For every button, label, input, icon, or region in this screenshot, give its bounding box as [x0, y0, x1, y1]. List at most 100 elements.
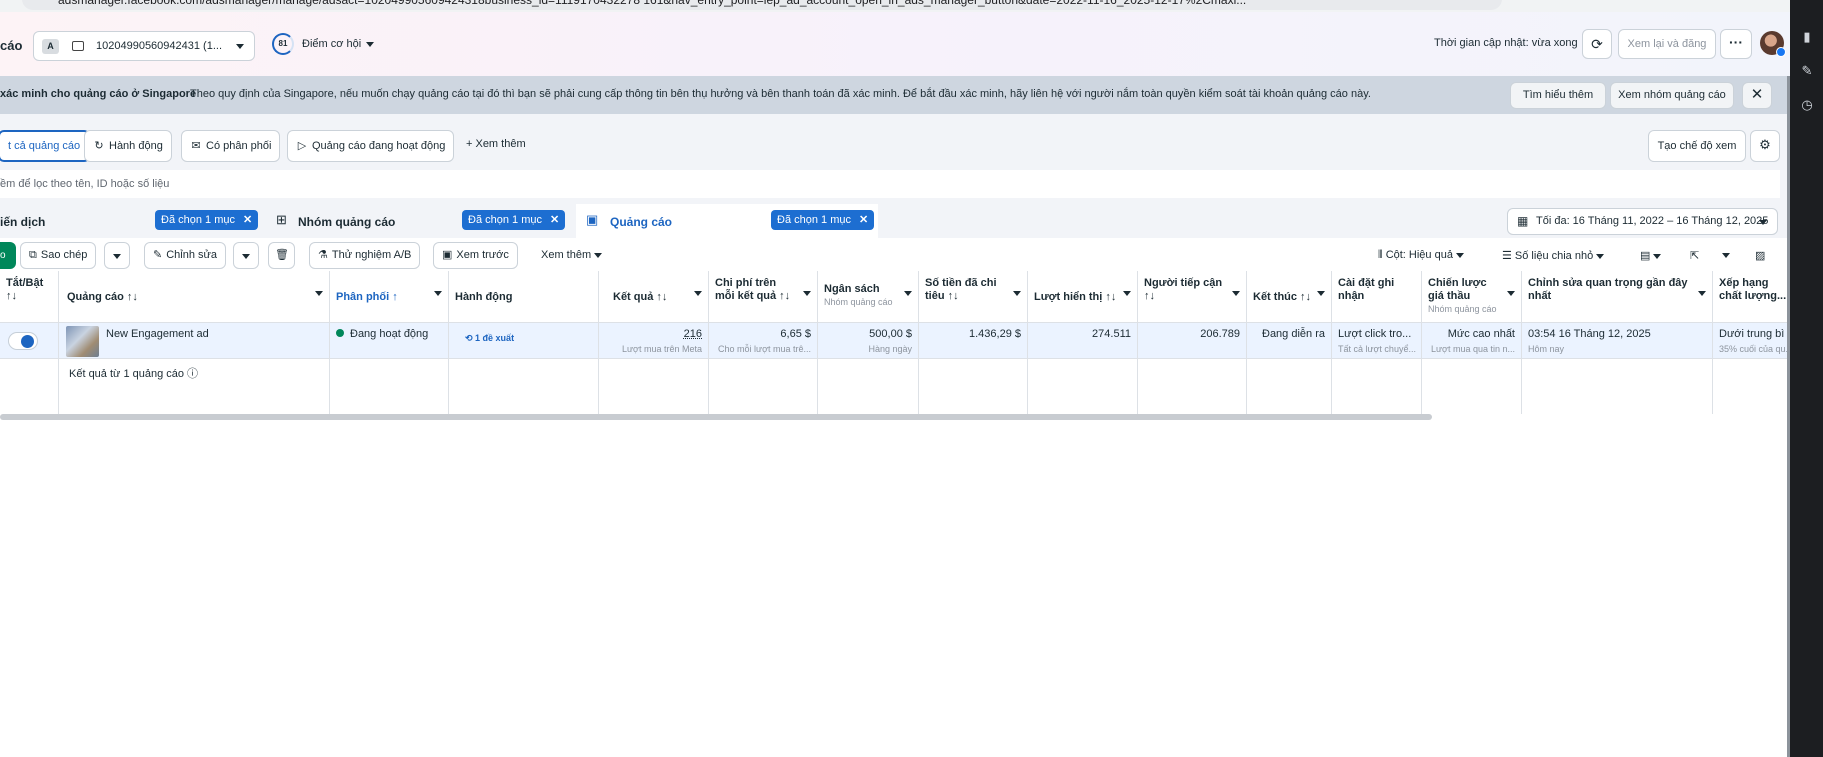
- column-header-ends[interactable]: Kết thúc ↑↓: [1247, 271, 1332, 323]
- charts-button[interactable]: ▨: [1755, 249, 1765, 262]
- actions-cell[interactable]: ⟲ 1 đề xuất: [449, 323, 599, 359]
- address-bar[interactable]: adsmanager.facebook.com/adsmanager/manag…: [22, 0, 1502, 10]
- preview-button[interactable]: ▣ Xem trước: [433, 242, 518, 269]
- column-header-cost-per-result[interactable]: Chi phí trên mỗi kết quả ↑↓: [709, 271, 818, 323]
- create-button[interactable]: o: [0, 242, 16, 269]
- column-header-attribution[interactable]: Cài đặt ghi nhận: [1332, 271, 1422, 323]
- column-header-delivery[interactable]: Phân phối ↑: [330, 271, 449, 323]
- tab-campaigns[interactable]: iến dịch Đã chọn 1 mục ✕: [0, 204, 260, 238]
- column-header-last-edit[interactable]: Chỉnh sửa quan trọng gần đây nhất: [1522, 271, 1713, 323]
- filter-actions[interactable]: ↻ Hành động: [84, 130, 172, 162]
- tab-ads[interactable]: ▣ Quảng cáo Đã chọn 1 mục ✕: [576, 204, 878, 238]
- chevron-down-icon[interactable]: [694, 291, 702, 296]
- more-options-button[interactable]: ···: [1720, 29, 1752, 59]
- refresh-button[interactable]: ⟳: [1582, 29, 1612, 59]
- selected-chip[interactable]: Đã chọn 1 mục ✕: [771, 210, 875, 230]
- chevron-down-icon[interactable]: [1698, 291, 1706, 296]
- clock-icon[interactable]: ◷: [1800, 98, 1814, 112]
- reach-cell: 206.789: [1138, 323, 1247, 359]
- pencil-icon[interactable]: ✎: [1800, 64, 1814, 78]
- recommendation-link[interactable]: 1 đề xuất: [475, 333, 514, 343]
- budget-cell[interactable]: 500,00 $ Hàng ngày: [818, 323, 919, 359]
- header-label: Tắt/Bật: [6, 277, 44, 289]
- column-header-ad-name[interactable]: Quảng cáo ↑↓: [59, 271, 330, 323]
- export-button[interactable]: ⇱: [1690, 249, 1699, 262]
- toggle-knob: [21, 335, 34, 348]
- delivery-cell: Đang hoạt động: [330, 323, 449, 359]
- horizontal-scrollbar[interactable]: [0, 414, 1432, 420]
- chevron-down-icon[interactable]: [803, 291, 811, 296]
- chevron-down-icon[interactable]: [434, 291, 442, 296]
- filter-delivering[interactable]: ✉ Có phân phối: [181, 130, 281, 162]
- flask-icon: ⚗: [318, 249, 328, 261]
- results-value[interactable]: 216: [684, 328, 702, 340]
- banner-text: Theo quy định của Singapore, nếu muốn ch…: [190, 88, 1371, 100]
- header-label: Người tiếp cận ↑↓: [1144, 277, 1223, 302]
- column-header-impressions[interactable]: Lượt hiển thị ↑↓: [1028, 271, 1138, 323]
- learn-more-button[interactable]: Tìm hiểu thêm: [1510, 82, 1606, 109]
- ad-thumbnail[interactable]: [66, 326, 99, 357]
- settings-sliders-icon[interactable]: ⚙: [1750, 130, 1780, 162]
- column-header-quality-ranking[interactable]: Xếp hạng chất lượng...: [1713, 271, 1787, 323]
- selected-chip[interactable]: Đã chọn 1 mục ✕: [155, 210, 259, 230]
- cost-cell: 6,65 $ Cho mỗi lượt mua trê...: [709, 323, 818, 359]
- last-updated-text: Thời gian cập nhật: vừa xong: [1434, 37, 1578, 49]
- create-view-button[interactable]: Tạo chế độ xem: [1648, 130, 1746, 162]
- tab-ad-groups[interactable]: ⊞ Nhóm quảng cáo Đã chọn 1 mục ✕: [266, 204, 566, 238]
- ab-test-button[interactable]: ⚗ Thử nghiệm A/B: [309, 242, 421, 269]
- close-icon[interactable]: ✕: [859, 214, 868, 226]
- chevron-down-icon: [1596, 254, 1605, 259]
- opportunity-score[interactable]: 81: [272, 33, 294, 55]
- search-placeholder: ềm để lọc theo tên, ID hoặc số liệu: [0, 178, 170, 190]
- ad-name-cell[interactable]: New Engagement ad: [59, 323, 330, 359]
- review-publish-button[interactable]: Xem lại và đăng: [1618, 29, 1716, 59]
- account-selector[interactable]: A 10204990560942431 (1...: [33, 31, 255, 61]
- chevron-down-icon: [1722, 253, 1730, 258]
- date-range-label: Tối đa: 16 Tháng 11, 2022 – 16 Tháng 12,…: [1536, 215, 1769, 227]
- column-header-actions[interactable]: Hành động: [449, 271, 599, 323]
- delete-button[interactable]: 🗑: [268, 242, 295, 269]
- duplicate-button[interactable]: ⧉ Sao chép: [20, 242, 97, 269]
- chevron-down-icon[interactable]: [366, 42, 374, 47]
- see-more-filters[interactable]: + Xem thêm: [466, 138, 526, 150]
- duplicate-dropdown[interactable]: [104, 242, 130, 269]
- breakdown-selector[interactable]: ☰ Số liệu chia nhỏ: [1502, 249, 1605, 262]
- close-icon[interactable]: ✕: [1742, 82, 1772, 109]
- chevron-down-icon[interactable]: [315, 291, 323, 296]
- export-dropdown[interactable]: [1722, 249, 1730, 261]
- pencil-icon: ✎: [153, 249, 163, 261]
- column-header-results[interactable]: Kết quả ↑↓: [599, 271, 709, 323]
- search-input[interactable]: ềm để lọc theo tên, ID hoặc số liệu: [0, 170, 1780, 198]
- chevron-down-icon[interactable]: [1123, 291, 1131, 296]
- chevron-down-icon[interactable]: [1317, 291, 1325, 296]
- chevron-down-icon[interactable]: [1013, 291, 1021, 296]
- ad-name[interactable]: New Engagement ad: [106, 328, 209, 340]
- chart-icon[interactable]: ▮: [1800, 30, 1814, 44]
- selected-chip[interactable]: Đã chọn 1 mục ✕: [462, 210, 566, 230]
- view-ad-groups-button[interactable]: Xem nhóm quảng cáo: [1610, 82, 1734, 109]
- opportunity-score-label[interactable]: Điểm cơ hội: [302, 38, 361, 50]
- close-icon[interactable]: ✕: [550, 214, 559, 226]
- date-range-picker[interactable]: ▦ Tối đa: 16 Tháng 11, 2022 – 16 Tháng 1…: [1507, 208, 1778, 235]
- close-icon[interactable]: ✕: [243, 214, 252, 226]
- see-more-actions[interactable]: Xem thêm: [541, 249, 603, 261]
- ad-on-off-toggle[interactable]: [8, 332, 38, 350]
- edit-button[interactable]: ✎ Chỉnh sửa: [144, 242, 226, 269]
- columns-selector[interactable]: ⫴ Cột: Hiệu quả: [1378, 249, 1465, 262]
- footer-cell: [818, 359, 919, 414]
- filter-active-ads[interactable]: ▷ Quảng cáo đang hoạt động: [287, 130, 455, 162]
- edit-dropdown[interactable]: [233, 242, 259, 269]
- chevron-down-icon[interactable]: [1232, 291, 1240, 296]
- reports-button[interactable]: ▤: [1640, 249, 1662, 262]
- column-header-budget[interactable]: Ngân sách Nhóm quảng cáo: [818, 271, 919, 323]
- sort-icon[interactable]: ↑↓: [6, 290, 58, 303]
- filter-all-ads[interactable]: t cả quảng cáo: [0, 130, 91, 162]
- vertical-scrollbar[interactable]: [1787, 76, 1790, 757]
- reach-value: 206.789: [1200, 328, 1240, 340]
- column-header-reach[interactable]: Người tiếp cận ↑↓: [1138, 271, 1247, 323]
- chevron-down-icon[interactable]: [904, 291, 912, 296]
- column-header-bid-strategy[interactable]: Chiến lược giá thầu Nhóm quảng cáo: [1422, 271, 1522, 323]
- column-header-toggle[interactable]: Tắt/Bật ↑↓: [0, 271, 59, 323]
- column-header-amount-spent[interactable]: Số tiền đã chi tiêu ↑↓: [919, 271, 1028, 323]
- chevron-down-icon[interactable]: [1507, 291, 1515, 296]
